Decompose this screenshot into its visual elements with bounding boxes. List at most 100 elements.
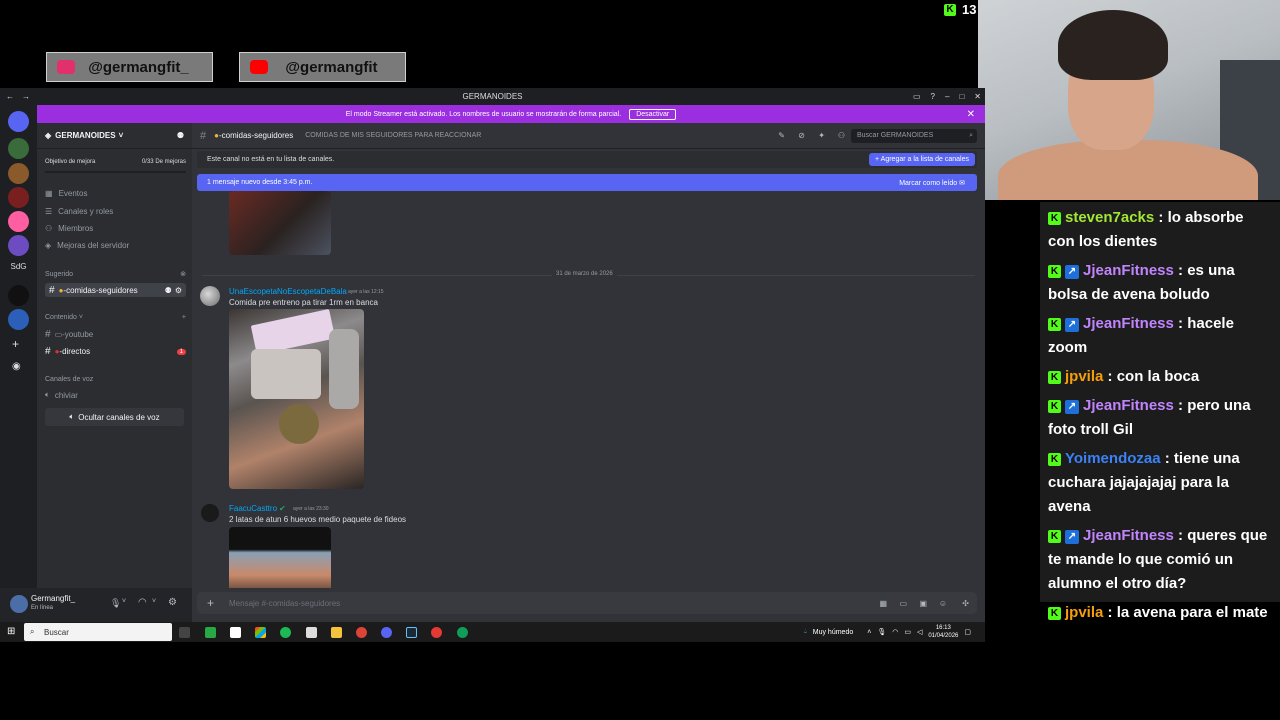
calendar-icon: ▦ xyxy=(45,189,53,198)
hide-voice-channels-button[interactable]: 🔈︎ Ocultar canales de voz xyxy=(45,408,184,426)
discord-home-icon[interactable] xyxy=(8,111,29,132)
menu-label: Eventos xyxy=(58,189,88,198)
mark-as-read-button[interactable]: Marcar como leído ✉ xyxy=(899,179,965,187)
microphone-icon[interactable]: 🎙︎ xyxy=(877,628,886,636)
mute-bell-icon[interactable]: ⊘ xyxy=(798,131,805,140)
maximize-button[interactable]: □ xyxy=(959,92,964,101)
verified-badge-icon: ✔ xyxy=(279,504,286,513)
file-explorer-icon[interactable] xyxy=(331,627,342,638)
chevron-down-icon[interactable]: ˅ xyxy=(152,598,156,605)
voice-channel-chiviar[interactable]: 🔈︎ chiviar xyxy=(45,390,186,400)
capcut-icon[interactable] xyxy=(306,627,317,638)
app-icon[interactable] xyxy=(205,627,216,638)
channel-directos[interactable]: # ● -directos 1 xyxy=(45,346,186,357)
chat-message: K Yoimendozaa : tiene una cuchara jajajaj… xyxy=(1048,450,1240,515)
message-author[interactable]: UnaEscopetaNoEscopetaDeBala xyxy=(229,287,347,296)
emoji-icon[interactable]: ☺ xyxy=(939,599,947,608)
minimize-button[interactable]: – xyxy=(945,92,949,101)
youtube-handle-box: @germangfit xyxy=(239,52,406,82)
user-name: Germangfit_ xyxy=(31,594,76,603)
server-sdg-label[interactable]: SdG xyxy=(0,262,37,271)
invite-icon[interactable]: ⚉ xyxy=(165,286,172,295)
gift-icon[interactable]: ▦ xyxy=(879,599,887,608)
weather-text[interactable]: Muy húmedo xyxy=(813,629,853,636)
chrome-icon[interactable] xyxy=(356,627,367,638)
wifi-icon[interactable]: ◠ xyxy=(892,628,898,636)
gif-icon[interactable]: ▭ xyxy=(899,599,907,608)
steam-icon[interactable] xyxy=(406,627,417,638)
settings-gear-icon[interactable]: ⚙ xyxy=(168,597,177,608)
avatar[interactable] xyxy=(10,595,28,613)
avatar[interactable] xyxy=(200,286,220,306)
discord-app-icon[interactable] xyxy=(381,627,392,638)
server-icon[interactable] xyxy=(8,211,29,232)
sticker-icon[interactable]: ▣ xyxy=(919,599,927,608)
new-messages-bar[interactable]: 1 mensaje nuevo desde 3:45 p.m. Marcar c… xyxy=(197,174,977,191)
apps-icon[interactable]: ✣ xyxy=(962,599,969,608)
taskbar-search[interactable]: ⌕ Buscar xyxy=(24,623,172,641)
menu-server-boosts[interactable]: ◈ Mejoras del servidor xyxy=(45,241,186,250)
gear-icon[interactable]: ⚙ xyxy=(175,286,182,295)
channel-topic[interactable]: COMIDAS DE MIS SEGUIDORES PARA REACCIONA… xyxy=(305,132,481,139)
message-author[interactable]: FaacuCasttro xyxy=(229,504,277,513)
server-icon[interactable] xyxy=(8,285,29,306)
message-image[interactable] xyxy=(229,309,364,489)
mention-badge: 1 xyxy=(176,348,186,355)
chevron-up-icon[interactable]: ˄ xyxy=(867,629,871,636)
keyboard-icon[interactable]: ▭ xyxy=(904,628,911,636)
task-view-icon[interactable] xyxy=(179,627,190,638)
message-image[interactable] xyxy=(229,527,331,588)
help-icon[interactable]: ? xyxy=(931,92,935,101)
notifications-icon[interactable]: ▢ xyxy=(964,628,971,636)
dismiss-icon[interactable]: ⊗ xyxy=(180,270,186,278)
server-icon[interactable] xyxy=(8,309,29,330)
threads-icon[interactable]: ✎ xyxy=(778,131,785,140)
message-input[interactable]: + Mensaje #-comidas-seguidores ▦ ▭ ▣ ☺ ✣ xyxy=(197,592,977,614)
search-input[interactable]: Buscar GERMANOIDES ⌕ xyxy=(851,128,977,143)
inbox-icon[interactable]: ▭ xyxy=(913,92,921,101)
volume-icon[interactable]: ◁ xyxy=(917,628,922,636)
menu-events[interactable]: ▦ Eventos xyxy=(45,189,186,198)
add-channel-icon[interactable]: + xyxy=(182,314,186,321)
instagram-handle-box: @germangfit_ xyxy=(46,52,213,82)
upload-plus-icon[interactable]: + xyxy=(207,596,214,610)
add-server-icon[interactable]: + xyxy=(12,337,19,351)
boost-goal-value: 0/33 De mejoras xyxy=(141,159,186,165)
menu-members[interactable]: ⚇ Miembros xyxy=(45,224,186,233)
add-to-channel-list-button[interactable]: + Agregar a la lista de canales xyxy=(869,153,975,166)
section-content[interactable]: Contenido ˅ + xyxy=(45,314,186,321)
channel-comidas-seguidores[interactable]: # ● -comidas-seguidores ⚉ ⚙ xyxy=(45,283,186,297)
clock[interactable]: 16:13 01/04/2026 xyxy=(928,624,958,640)
message-image[interactable] xyxy=(229,191,331,255)
chat-username: steven7acks xyxy=(1065,209,1155,226)
store-icon[interactable] xyxy=(255,627,266,638)
disable-streamer-button[interactable]: Desactivar xyxy=(629,108,677,120)
boost-goal[interactable]: Objetivo de mejora 0/33 De mejoras xyxy=(45,159,186,165)
server-icon[interactable] xyxy=(8,235,29,256)
chrome-profile-icon[interactable] xyxy=(457,627,468,638)
close-banner-icon[interactable]: ✕ xyxy=(967,109,975,120)
windows-start-icon[interactable]: ⊞ xyxy=(7,626,15,637)
headphones-icon[interactable]: ◠ xyxy=(138,597,147,608)
member-list-icon[interactable]: ⚇ xyxy=(838,131,845,140)
server-icon[interactable] xyxy=(8,187,29,208)
chat-message: Kjpvila : con la boca xyxy=(1048,365,1274,389)
server-icon[interactable] xyxy=(8,138,29,159)
channel-youtube[interactable]: # ▭ -youtube xyxy=(45,329,186,340)
youtube-app-icon[interactable] xyxy=(230,627,241,638)
pin-icon[interactable]: ✦ xyxy=(818,131,825,140)
server-icon[interactable] xyxy=(8,163,29,184)
chevron-down-icon[interactable]: ˅ xyxy=(122,598,126,605)
avatar[interactable] xyxy=(200,503,220,523)
close-window-button[interactable]: ✕ xyxy=(974,92,981,101)
add-member-icon[interactable]: ⚉ xyxy=(177,131,184,140)
microphone-icon[interactable]: 🎙︎ xyxy=(110,598,121,609)
menu-channels-roles[interactable]: ☰ Canales y roles xyxy=(45,207,186,216)
boost-goal-label: Objetivo de mejora xyxy=(45,159,96,165)
spotify-icon[interactable] xyxy=(280,627,291,638)
explore-icon[interactable]: ◉ xyxy=(12,361,21,372)
kick-badge-icon: K xyxy=(1048,607,1061,620)
section-voice[interactable]: Canales de voz xyxy=(45,376,186,383)
obs-icon[interactable] xyxy=(431,627,442,638)
guild-header[interactable]: ◈ GERMANOIDES ˅ ⚉ xyxy=(37,123,192,149)
